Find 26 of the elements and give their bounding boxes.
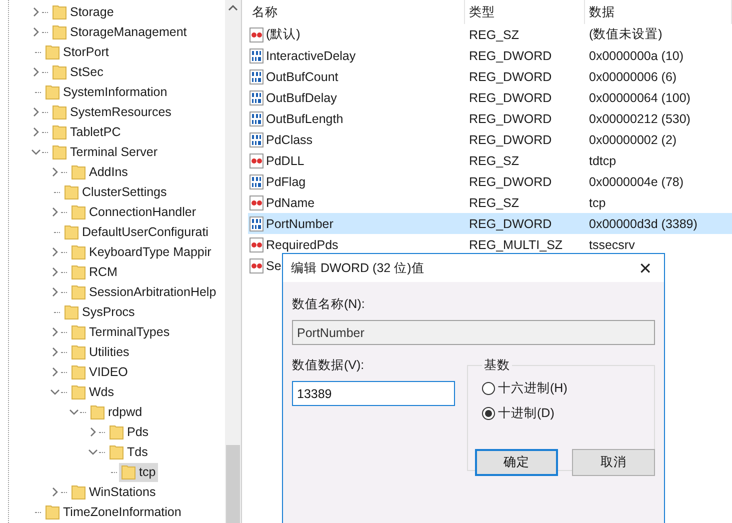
value-data-cell-text: 0x00000002 (2) — [588, 132, 678, 149]
value-data-cell-text: 0x00000212 (530) — [588, 110, 692, 128]
value-data-cell-text: tcp — [588, 194, 607, 212]
value-data-cell-text: (数值未设置) — [588, 26, 664, 43]
group-label: 基数 — [483, 357, 511, 374]
field-label: 数值名称(N): — [292, 296, 366, 313]
value-type-cell-text: REG_MULTI_SZ — [468, 236, 564, 254]
value-data-cell-text: 0x0000004e (78) — [588, 174, 685, 191]
value-type-cell-text: REG_SZ — [468, 152, 520, 170]
value-data-cell-text: tdtcp — [588, 152, 618, 170]
value-type-cell-text: REG_DWORD — [468, 68, 553, 86]
field-label: 数值数据(V): — [292, 357, 366, 374]
value-data-cell: 0x00000d3d (3389) — [585, 213, 732, 234]
value-data-cell-text: tssecsrv — [588, 236, 636, 254]
value-data-cell-text: 0x0000000a (10) — [588, 48, 685, 65]
value-type-cell-text: REG_DWORD — [468, 174, 553, 190]
dialog-title: 编辑 DWORD (32 位)值 — [291, 260, 424, 276]
value-type-cell-text: REG_SZ — [468, 194, 520, 212]
value-type-cell-text: REG_DWORD — [468, 132, 553, 148]
value-type-cell-text: REG_SZ — [468, 26, 520, 44]
value-type-cell-text: REG_DWORD — [468, 48, 553, 64]
value-data-cell-text: 0x00000006 (6) — [588, 68, 678, 86]
value-type-cell-text: REG_DWORD — [468, 110, 553, 128]
value-type-cell-text: REG_DWORD — [468, 90, 553, 106]
value-data-cell-text: 0x00000064 (100) — [588, 90, 692, 107]
value-type-cell: REG_DWORD — [465, 213, 585, 234]
